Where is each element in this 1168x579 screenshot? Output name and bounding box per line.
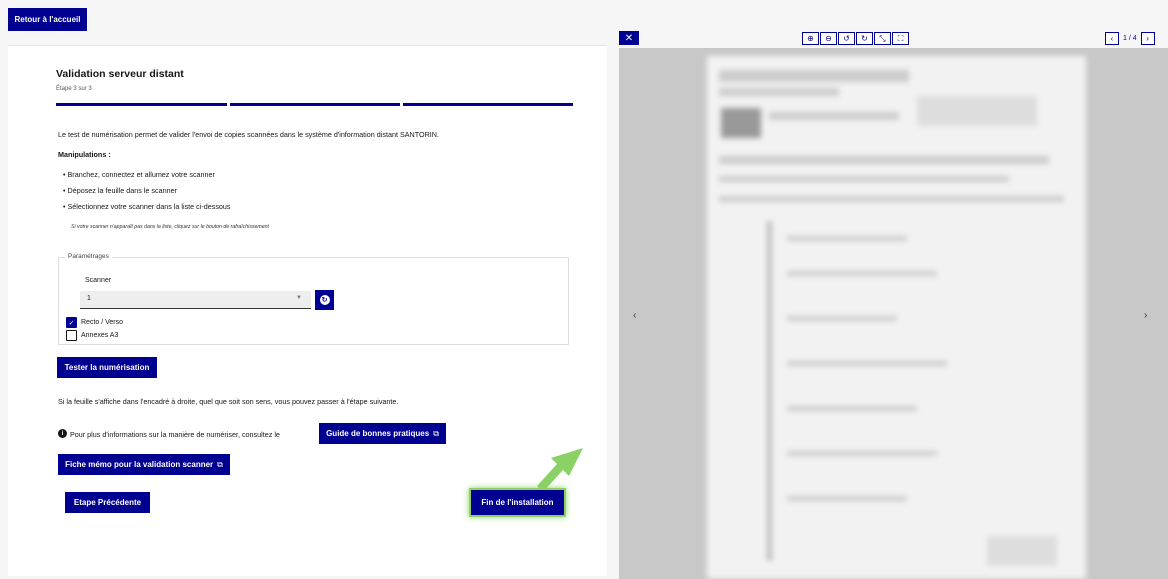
checkbox-unchecked-icon: [66, 330, 77, 341]
refresh-hint: Si votre scanner n'apparaît pas dans la …: [71, 224, 269, 230]
wizard-panel: Validation serveur distant Étape 3 sur 3…: [8, 45, 607, 576]
guide-button-label: Guide de bonnes pratiques: [326, 429, 430, 438]
page-indicator: 1 / 4: [1123, 35, 1137, 42]
memo-button[interactable]: Fiche mémo pour la validation scanner ⧉: [58, 454, 230, 475]
scanner-select[interactable]: 1 ▼: [80, 291, 311, 309]
manipulations-title: Manipulations :: [58, 150, 111, 159]
annexes-a3-checkbox[interactable]: Annexes A3: [66, 330, 118, 341]
pager: ‹ 1 / 4 ›: [1105, 32, 1155, 45]
page-next-button[interactable]: ›: [1140, 32, 1155, 45]
chevron-left-icon[interactable]: ‹: [633, 310, 636, 321]
external-link-icon: ⧉: [217, 459, 223, 469]
step-bar-3: [403, 103, 573, 106]
settings-fieldset: Paramétrages Scanner 1 ▼ ↻ ✓ Recto / Ver…: [58, 253, 569, 345]
leaf-instruction-text: Si la feuille s'affiche dans l'encadré à…: [58, 397, 399, 406]
test-scan-button[interactable]: Tester la numérisation: [57, 357, 157, 378]
page-title: Validation serveur distant: [56, 68, 184, 80]
recto-verso-label: Recto / Verso: [81, 319, 124, 326]
annexes-a3-label: Annexes A3: [81, 332, 119, 339]
chevron-right-icon[interactable]: ›: [1144, 310, 1147, 321]
recto-verso-checkbox[interactable]: ✓ Recto / Verso: [66, 317, 123, 328]
scan-viewer: ✕ ⊕ ⊖ ↺ ↻ ⤡ ⛶ ‹ 1 / 4 › ‹ ›: [619, 31, 1168, 579]
refresh-scanners-button[interactable]: ↻: [315, 290, 334, 310]
list-item: • Branchez, connectez et allumez votre s…: [63, 170, 215, 179]
scanned-page-preview: [707, 56, 1086, 579]
chevron-down-icon: ▼: [296, 295, 302, 301]
fullscreen-icon[interactable]: ⛶: [892, 32, 909, 45]
settings-legend: Paramétrages: [65, 253, 112, 260]
scanner-label: Scanner: [85, 277, 112, 284]
viewer-canvas: ‹ ›: [619, 48, 1168, 579]
step-indicator: Étape 3 sur 3: [56, 86, 92, 92]
zoom-in-icon[interactable]: ⊕: [802, 32, 819, 45]
checkbox-checked-icon: ✓: [66, 317, 77, 328]
viewer-toolbar: ⊕ ⊖ ↺ ↻ ⤡ ⛶: [802, 32, 910, 45]
finish-installation-button[interactable]: Fin de l'installation: [471, 490, 564, 515]
previous-step-button[interactable]: Etape Précédente: [65, 492, 150, 513]
zoom-out-icon[interactable]: ⊖: [820, 32, 837, 45]
rotate-left-icon[interactable]: ↺: [838, 32, 855, 45]
info-icon: i: [58, 429, 67, 438]
scanner-select-value: 1: [87, 295, 91, 302]
guide-button[interactable]: Guide de bonnes pratiques ⧉: [319, 423, 446, 444]
step-bar-1: [56, 103, 227, 106]
rotate-right-icon[interactable]: ↻: [856, 32, 873, 45]
info-text: Pour plus d'informations sur la manière …: [70, 430, 280, 439]
refresh-icon: ↻: [319, 295, 330, 305]
list-item: • Sélectionnez votre scanner dans la lis…: [63, 202, 231, 211]
list-item: • Déposez la feuille dans le scanner: [63, 186, 177, 195]
intro-text: Le test de numérisation permet de valide…: [58, 130, 439, 139]
arrow-pointer-icon: [537, 448, 583, 492]
external-link-icon: ⧉: [433, 428, 439, 438]
step-bar-2: [230, 103, 400, 106]
back-home-button[interactable]: Retour à l'accueil: [8, 8, 87, 31]
fit-page-icon[interactable]: ⤡: [874, 32, 891, 45]
memo-button-label: Fiche mémo pour la validation scanner: [65, 460, 214, 469]
close-icon[interactable]: ✕: [619, 31, 639, 45]
page-prev-button[interactable]: ‹: [1105, 32, 1119, 45]
